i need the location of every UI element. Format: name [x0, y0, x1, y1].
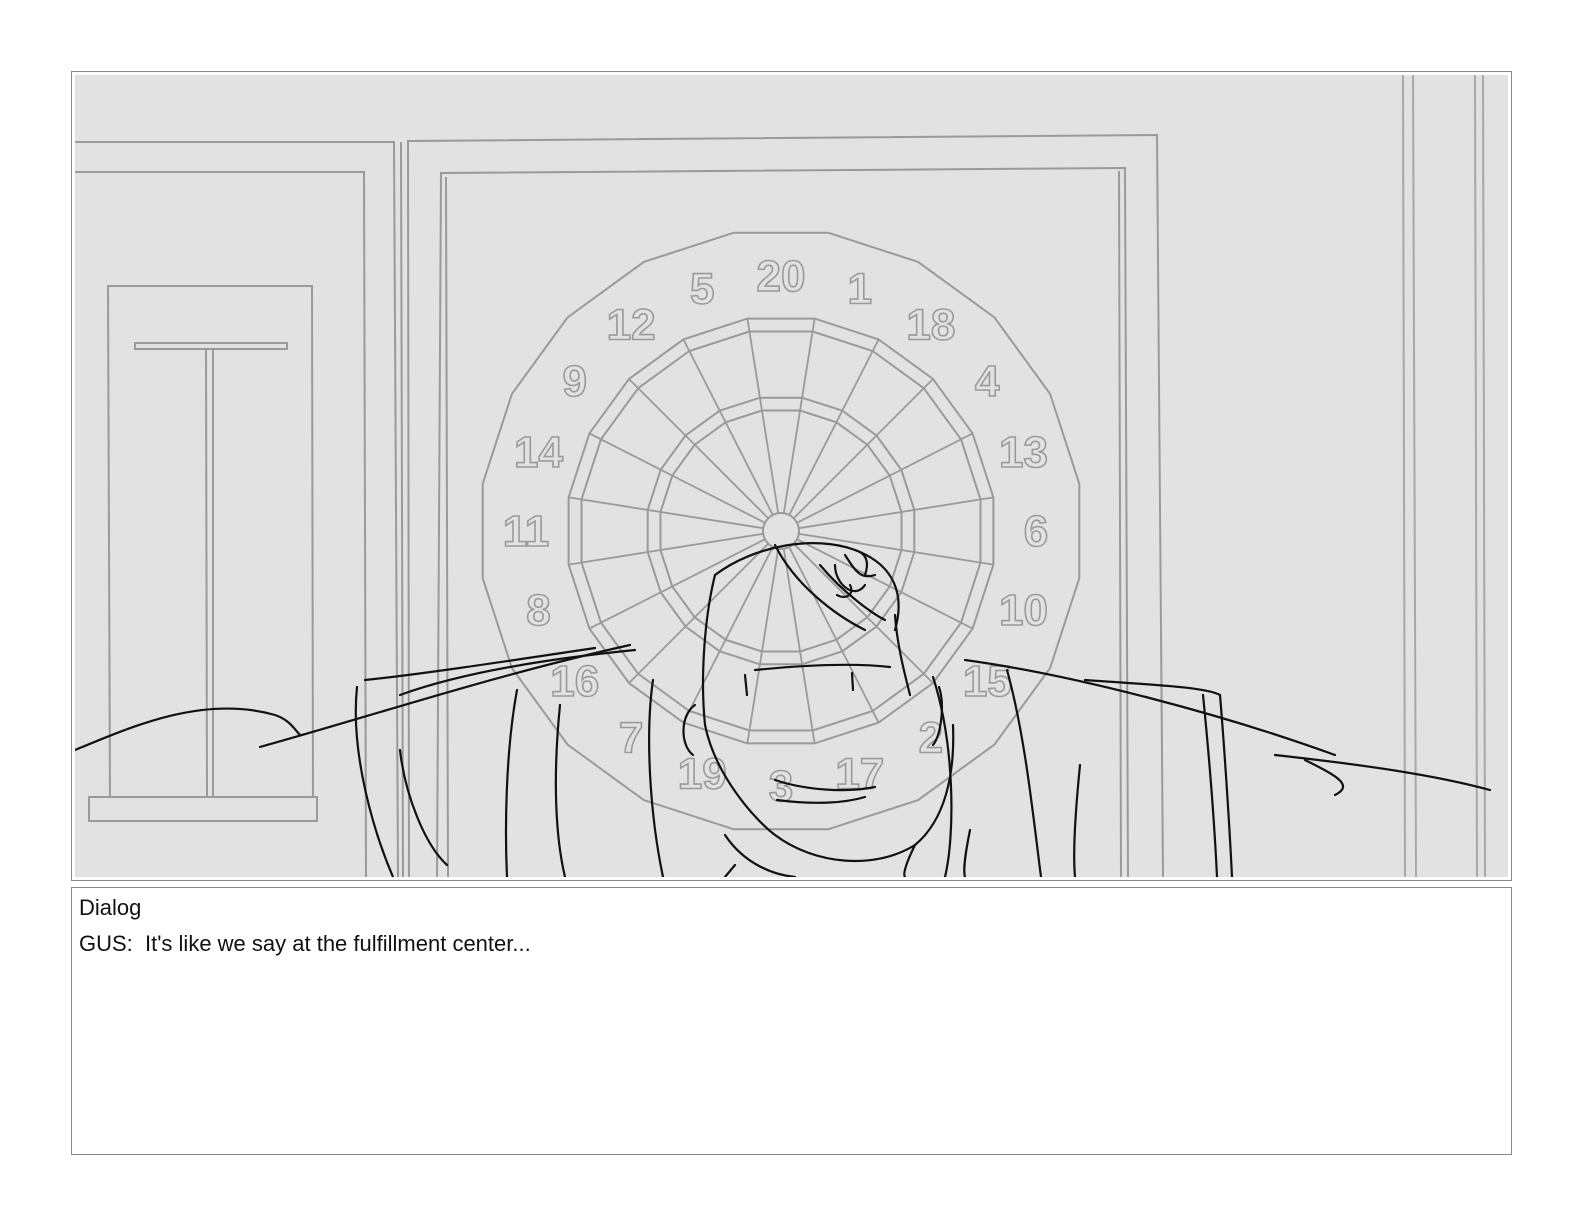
- dartboard-number: 14: [514, 428, 563, 477]
- dartboard-number: 8: [526, 586, 550, 635]
- dialog-line: GUS: It's like we say at the fulfillment…: [79, 931, 531, 956]
- dartboard-number: 4: [975, 357, 1000, 406]
- dialog-heading: Dialog: [79, 895, 142, 920]
- dartboard-number: 13: [999, 428, 1048, 477]
- storyboard-panel: 20 1 18 4 13 6 10 15 2 17 3 19 7 16 8 11 14 9 12 5: [71, 71, 1512, 881]
- dartboard-number: 6: [1024, 507, 1048, 556]
- dartboard-number: 10: [999, 586, 1048, 635]
- dialog-box: Dialog GUS: It's like we say at the fulf…: [71, 887, 1512, 1155]
- dartboard-number: 16: [550, 657, 599, 706]
- dartboard-number: 12: [607, 301, 656, 350]
- dartboard-number: 19: [678, 750, 727, 799]
- dartboard-number: 3: [769, 762, 793, 811]
- storyboard-sketch: 20 11841361015217319716811149125: [75, 75, 1508, 877]
- dartboard-number: 9: [562, 357, 586, 406]
- dartboard-number: 18: [906, 301, 955, 350]
- dartboard-number: 7: [619, 713, 643, 762]
- dartboard-number: 1: [848, 265, 872, 314]
- dartboard-number: 5: [690, 265, 714, 314]
- dartboard-number: 20: [757, 252, 806, 301]
- dartboard-number: 2: [919, 713, 943, 762]
- dartboard-number: 11: [503, 507, 550, 556]
